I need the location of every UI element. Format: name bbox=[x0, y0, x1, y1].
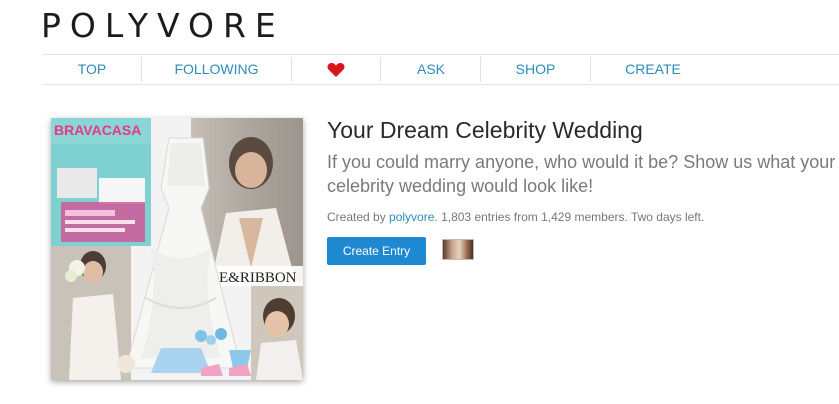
nav-top[interactable]: TOP bbox=[42, 55, 142, 84]
ribbon-text: E&RIBBON bbox=[219, 270, 297, 286]
entry-thumbnail[interactable] bbox=[442, 239, 474, 260]
collage-artwork: BRAVACASA E&RIBBON bbox=[51, 118, 303, 380]
nav-favorites[interactable] bbox=[292, 55, 380, 84]
magazine-title: BRAVACASA bbox=[54, 122, 141, 138]
main-nav: TOP FOLLOWING ASK SHOP CREATE bbox=[42, 54, 839, 85]
creator-link[interactable]: polyvore bbox=[389, 210, 434, 224]
nav-following[interactable]: FOLLOWING bbox=[142, 55, 291, 84]
created-by-label: Created by bbox=[327, 210, 390, 224]
contest-meta: Created by polyvore. 1,803 entries from … bbox=[327, 210, 704, 224]
nav-ask[interactable]: ASK bbox=[381, 55, 481, 84]
contest-description: If you could marry anyone, who would it … bbox=[327, 152, 836, 196]
nav-shop[interactable]: SHOP bbox=[481, 55, 590, 84]
contest-title[interactable]: Your Dream Celebrity Wedding bbox=[327, 117, 643, 144]
contest-stats: . 1,803 entries from 1,429 members. Two … bbox=[434, 210, 705, 224]
heart-icon bbox=[327, 63, 345, 77]
polyvore-logo[interactable]: POLYVORE bbox=[41, 6, 285, 45]
nav-create[interactable]: CREATE bbox=[591, 55, 715, 84]
contest-collage-image[interactable]: BRAVACASA E&RIBBON bbox=[51, 118, 303, 380]
create-entry-button[interactable]: Create Entry bbox=[327, 237, 426, 265]
